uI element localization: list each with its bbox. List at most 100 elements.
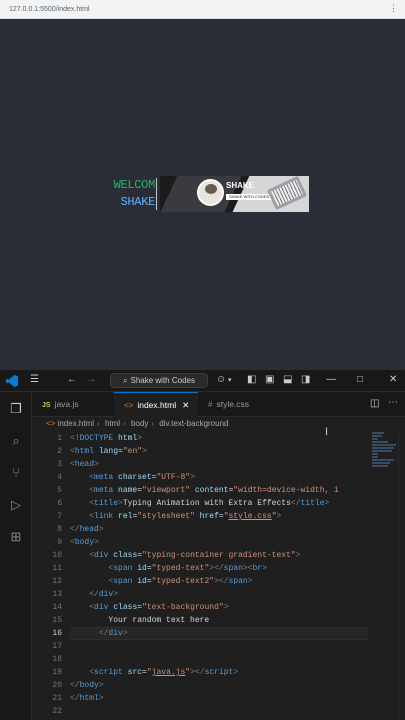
tab-index-html[interactable]: <> index.html ✕	[114, 392, 198, 417]
line-number: 3	[57, 460, 62, 469]
html-icon: <>	[46, 419, 56, 428]
url-text[interactable]: 127.0.0.1:5500/index.html	[9, 6, 90, 13]
vertical-scrollbar[interactable]	[398, 432, 405, 720]
code-line[interactable]: </body>	[70, 679, 368, 692]
minimize-icon[interactable]: —	[326, 374, 336, 385]
extensions-icon[interactable]: ⊞	[7, 528, 25, 546]
code-token: "viewport"	[142, 486, 191, 495]
line-number: 7	[57, 512, 62, 521]
line-number: 2	[57, 447, 62, 456]
code-line[interactable]: Your random text here	[70, 614, 368, 627]
code-token: charset	[118, 473, 152, 482]
close-tab-icon[interactable]: ✕	[182, 400, 189, 410]
browser-address-bar[interactable]: 127.0.0.1:5500/index.html ⋮	[0, 0, 405, 19]
minimap[interactable]	[372, 432, 398, 492]
code-token: >	[324, 499, 330, 508]
code-token: "en"	[122, 447, 143, 456]
back-arrow-icon[interactable]: ←	[67, 374, 77, 385]
more-actions-icon[interactable]: ⋯	[388, 397, 398, 408]
code-line[interactable]: <!DOCTYPE html>	[70, 432, 368, 445]
chevron-down-icon[interactable]: ▾	[228, 376, 232, 384]
code-token: content	[194, 486, 229, 495]
line-number: 17	[52, 642, 62, 651]
breadcrumb-item[interactable]: index.html	[58, 419, 94, 428]
command-center-search[interactable]: ⌕ Shake with Codes	[110, 373, 208, 388]
code-line[interactable]: <body>	[70, 536, 368, 549]
code-token: span	[223, 564, 243, 573]
maximize-icon[interactable]: □	[357, 374, 363, 385]
code-token: rel	[118, 512, 133, 521]
code-token: "UTF-8"	[156, 473, 191, 482]
page-preview: WELCOM SHAKE SHAKE SHAKE WITH CODES	[0, 19, 405, 370]
code-line[interactable]: <head>	[70, 458, 368, 471]
tab-style-css[interactable]: # style.css	[198, 392, 276, 417]
code-line[interactable]: <meta name="viewport" content="width=dev…	[70, 484, 368, 497]
code-token: lang	[98, 447, 119, 456]
code-token: span	[113, 577, 133, 586]
run-debug-icon[interactable]: ▷	[7, 496, 25, 514]
code-line[interactable]: </head>	[70, 523, 368, 536]
breadcrumb-separator: ›	[151, 419, 155, 428]
code-token: name	[118, 486, 138, 495]
title-bar: ☰ ← → ⌕ Shake with Codes ☺ ▾ ◧ ▣ ⬓ ◨ — □ …	[0, 370, 405, 392]
line-number: 20	[52, 681, 62, 690]
code-line[interactable]	[70, 705, 368, 718]
code-editor[interactable]: <!DOCTYPE html> <html lang="en"> <head> <m…	[70, 432, 368, 718]
search-icon[interactable]: ⌕	[7, 432, 25, 450]
line-number: 9	[57, 538, 62, 547]
code-token: html	[118, 434, 138, 443]
code-token: id	[137, 577, 147, 586]
explorer-icon[interactable]: ❐	[7, 400, 25, 418]
code-line[interactable]: <link rel="stylesheet" href="style.css">	[70, 510, 368, 523]
code-line[interactable]: <script src="java.js"></script>	[70, 666, 368, 679]
code-line[interactable]: <div class="typing-container gradient-te…	[70, 549, 368, 562]
copilot-icon[interactable]: ☺	[216, 374, 226, 385]
code-token: >	[223, 603, 229, 612]
close-window-icon[interactable]: ✕	[389, 374, 397, 385]
code-line[interactable]: <meta charset="UTF-8">	[70, 471, 368, 484]
forward-arrow-icon[interactable]: →	[86, 374, 96, 385]
activity-bar: ❐ ⌕ ⑂ ▷ ⊞	[0, 392, 32, 720]
code-token: span	[228, 577, 248, 586]
code-line[interactable]: <span id="typed-text2"></span>	[70, 575, 368, 588]
layout-panel-icon[interactable]: ▣	[265, 374, 274, 385]
layout-sidebar-right-icon[interactable]: ◨	[301, 374, 310, 385]
layout-bottom-icon[interactable]: ⬓	[283, 374, 292, 385]
code-token: </	[70, 694, 80, 703]
avatar	[197, 179, 224, 206]
more-vertical-icon[interactable]: ⋮	[389, 3, 398, 14]
code-line[interactable]: </html>	[70, 692, 368, 705]
code-token: java.js	[151, 668, 186, 677]
breadcrumb-item[interactable]: body	[131, 419, 148, 428]
code-line[interactable]: </div>	[70, 588, 368, 601]
code-line[interactable]: </div>	[70, 627, 368, 640]
breadcrumb-separator: ›	[123, 419, 126, 428]
breadcrumb-item[interactable]: html	[105, 419, 120, 428]
code-line[interactable]	[70, 653, 368, 666]
layout-sidebar-left-icon[interactable]: ◧	[247, 374, 256, 385]
code-token: Your random text here	[70, 616, 210, 625]
code-token: html	[74, 447, 95, 456]
code-token: body	[74, 538, 95, 547]
breadcrumb-item[interactable]: div.text-background	[159, 419, 228, 428]
code-line[interactable]	[70, 640, 368, 653]
source-control-icon[interactable]: ⑂	[7, 464, 25, 482]
code-line[interactable]: <span id="typed-text"></span><br>	[70, 562, 368, 575]
split-editor-icon[interactable]: ◫	[370, 398, 379, 409]
code-token: html	[79, 694, 99, 703]
code-token: div	[98, 590, 114, 599]
code-line[interactable]: <title>Typing Animation with Extra Effec…	[70, 497, 368, 510]
code-token: >	[98, 681, 104, 690]
code-token: </	[70, 681, 80, 690]
code-line[interactable]: <html lang="en">	[70, 445, 368, 458]
hamburger-menu-icon[interactable]: ☰	[30, 374, 39, 385]
code-line[interactable]: <div class="text-background">	[70, 601, 368, 614]
code-token: Typing Animation with Extra Effects	[122, 499, 291, 508]
tab-java-js[interactable]: JS java.js	[32, 392, 108, 417]
code-token: !DOCTYPE	[74, 434, 114, 443]
